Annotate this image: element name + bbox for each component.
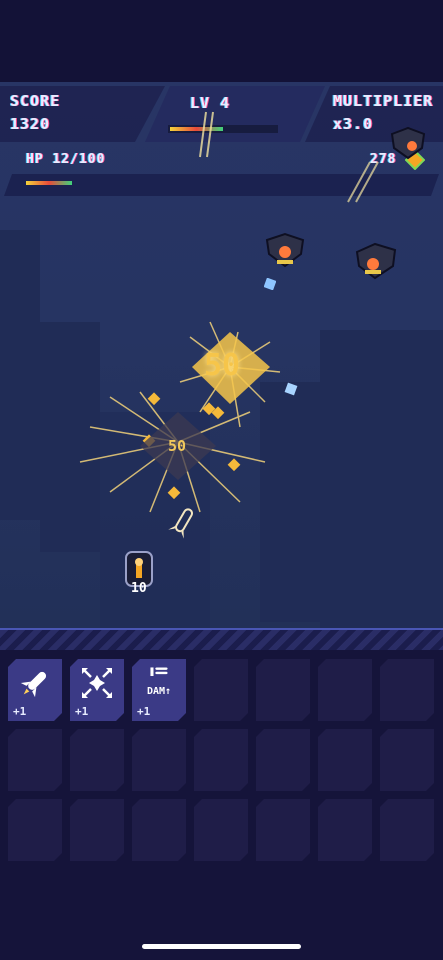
burst-arrows-icon <box>79 665 115 701</box>
rocket-icon <box>17 665 53 701</box>
home-indicator[interactable] <box>142 944 301 949</box>
slot-count: +1 <box>75 705 89 718</box>
inventory-slot-empty[interactable] <box>318 729 372 791</box>
inventory-slot-empty[interactable] <box>256 729 310 791</box>
inventory-slot-empty[interactable] <box>194 659 248 721</box>
inventory-slot-empty[interactable] <box>380 659 434 721</box>
inventory-slot-empty[interactable] <box>318 659 372 721</box>
inventory-slot-empty[interactable] <box>256 799 310 861</box>
missile-icon <box>168 508 193 539</box>
inventory-slot-empty[interactable] <box>256 659 310 721</box>
inventory-slot-empty[interactable] <box>70 799 124 861</box>
slot-label: DAM↑ <box>146 686 172 697</box>
inventory-slot-rocket[interactable]: +1 <box>8 659 62 721</box>
inventory-slot-damage-up[interactable]: DAM↑ +1 <box>132 659 186 721</box>
inventory-grid: +1 +1 DAM↑ +1 <box>0 650 443 960</box>
status-bar-area <box>0 0 443 82</box>
inventory-slot-empty[interactable] <box>194 799 248 861</box>
inventory-slot-empty[interactable] <box>132 799 186 861</box>
slot-count: +1 <box>137 705 151 718</box>
inventory-slot-empty[interactable] <box>132 729 186 791</box>
inventory-slot-empty[interactable] <box>380 729 434 791</box>
inventory-slot-burst[interactable]: +1 <box>70 659 124 721</box>
damage-popup-small: 50 <box>168 437 187 455</box>
inventory-slot-empty[interactable] <box>8 799 62 861</box>
inventory-slot-empty[interactable] <box>8 729 62 791</box>
inventory-slot-empty[interactable] <box>318 799 372 861</box>
inventory-slot-empty[interactable] <box>380 799 434 861</box>
game-viewport[interactable]: SCORE 1320 LV 4 MULTIPLIER x3.0 HP 12/10… <box>0 82 443 628</box>
inventory-slot-empty[interactable] <box>194 729 248 791</box>
inventory-slot-empty[interactable] <box>70 729 124 791</box>
divider-strip <box>0 628 443 650</box>
bullets-icon <box>141 665 177 687</box>
player-damage-popup: 10 <box>131 581 147 596</box>
slot-count: +1 <box>13 705 27 718</box>
damage-popup-large: 50 <box>204 348 241 383</box>
